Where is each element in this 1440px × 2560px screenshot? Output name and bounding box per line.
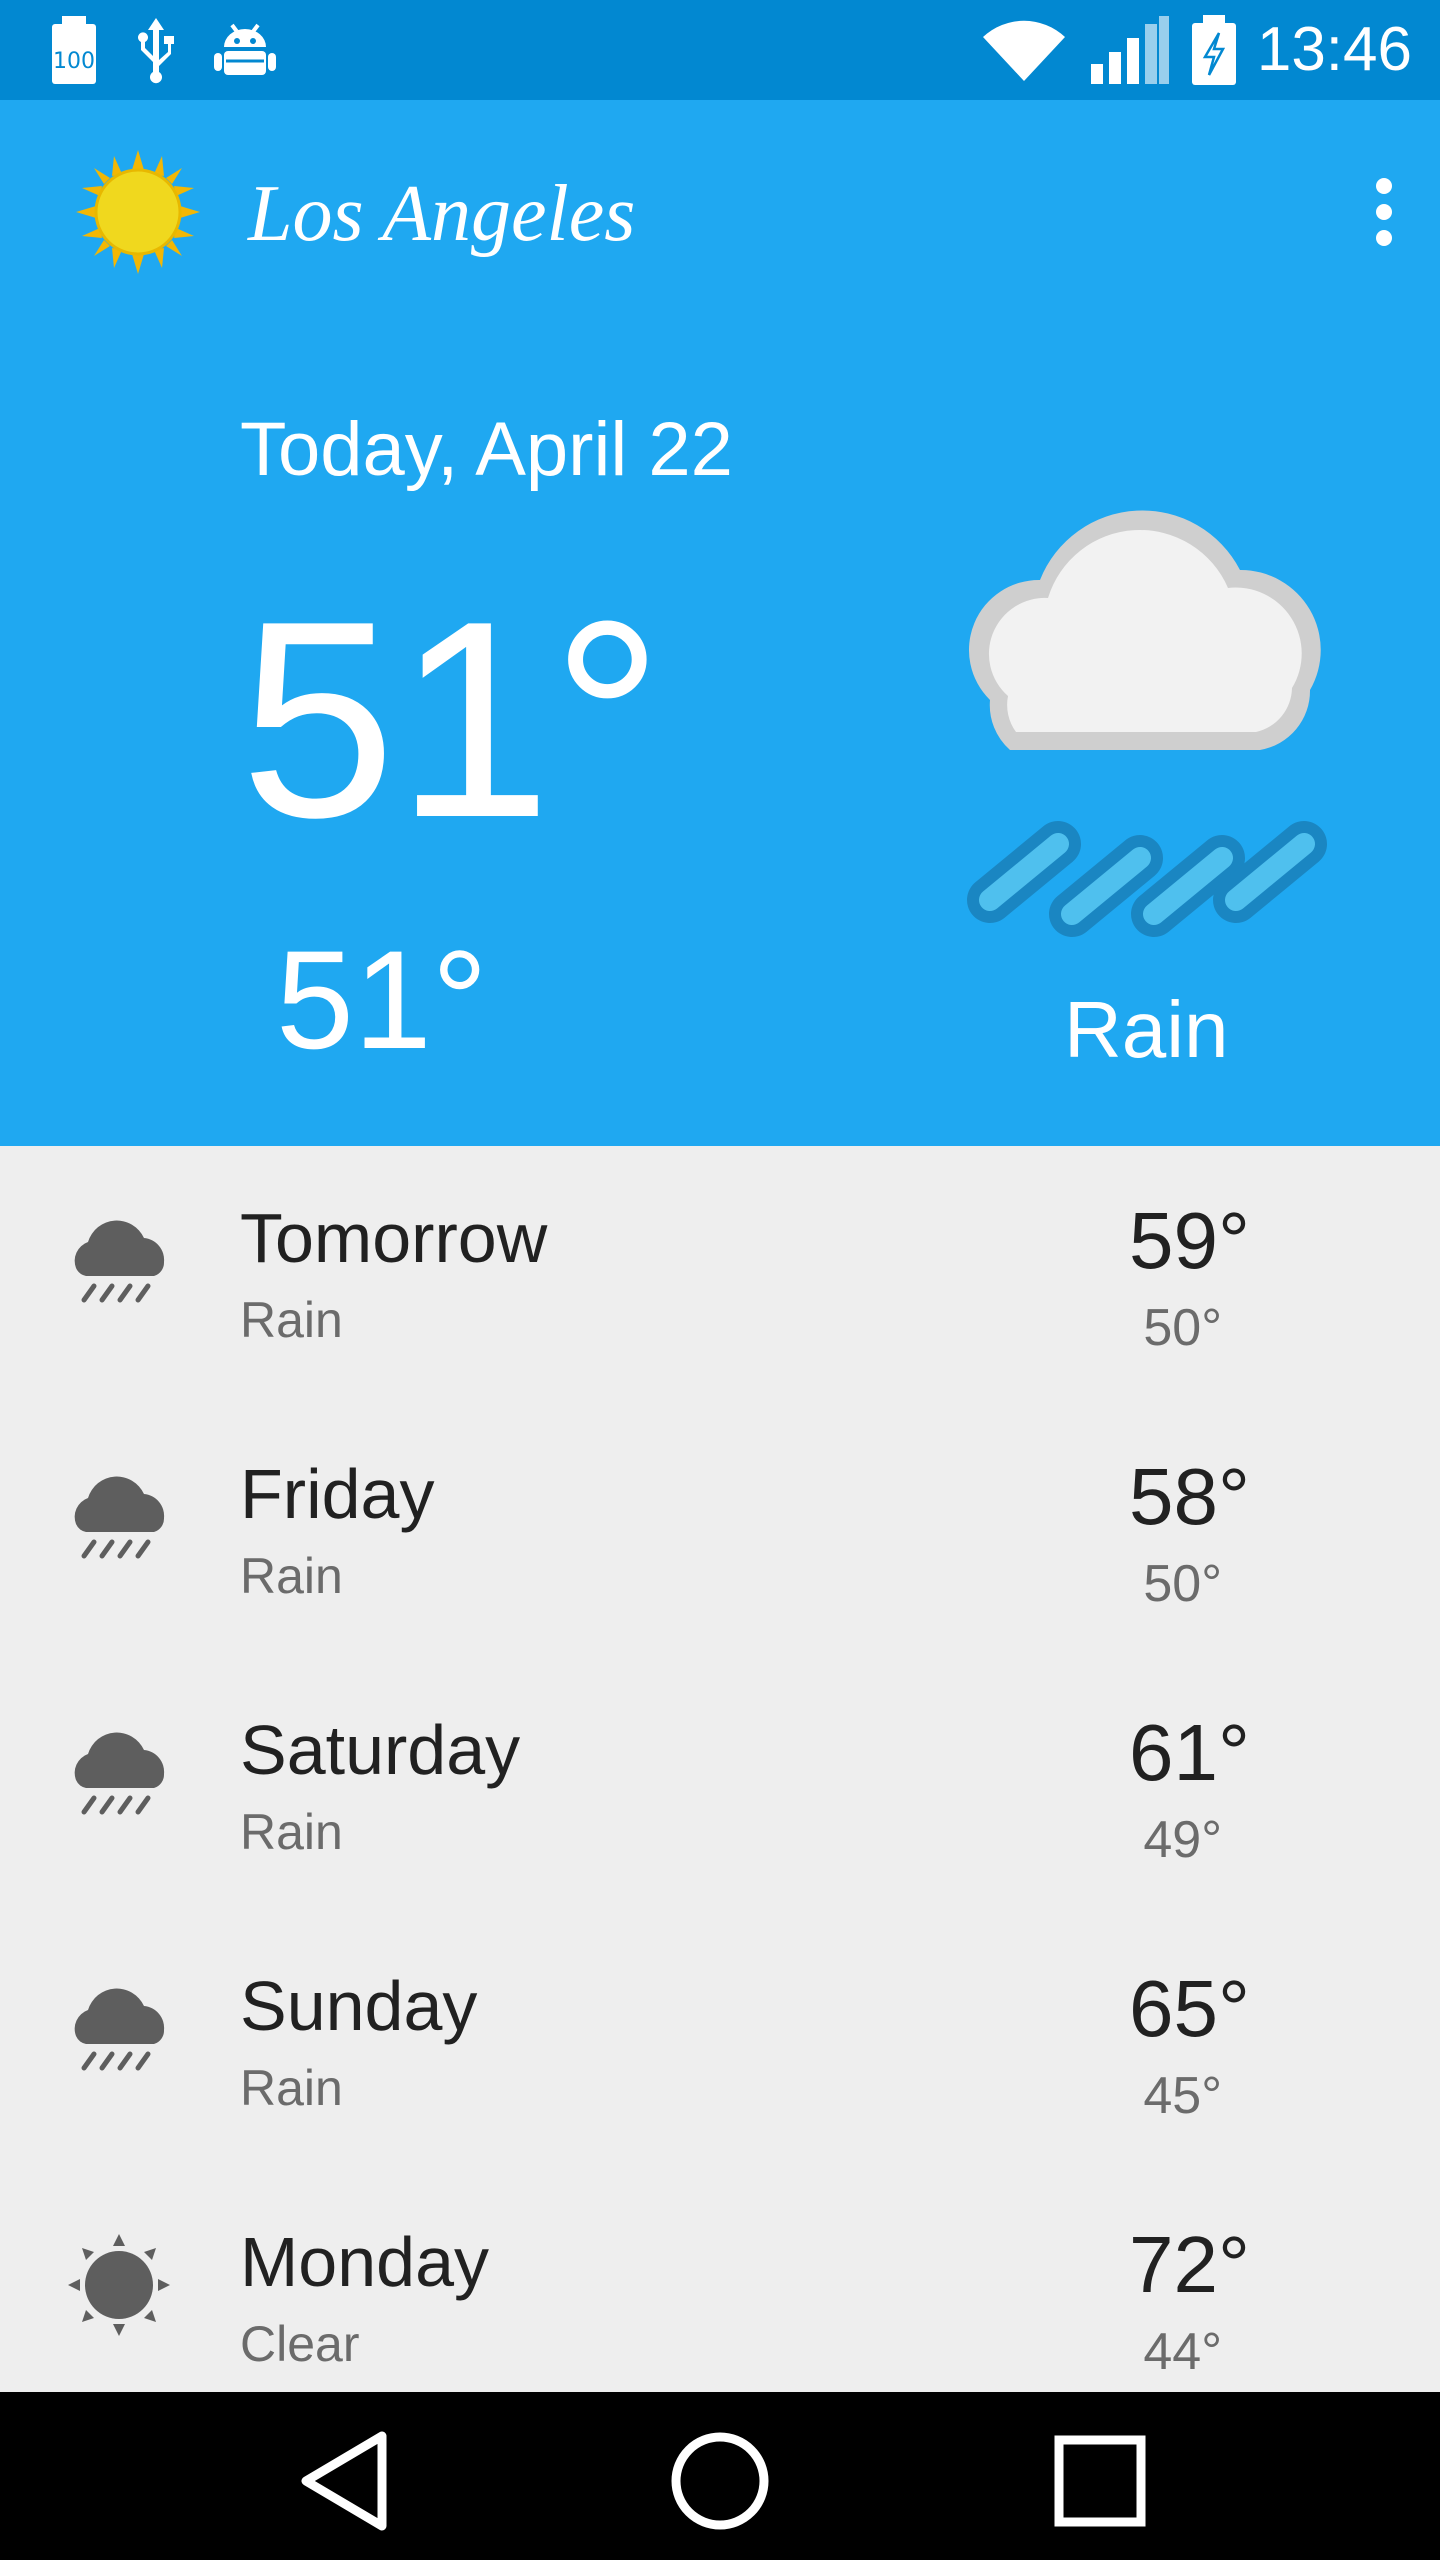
home-button[interactable] <box>665 2426 775 2536</box>
recents-button[interactable] <box>1045 2426 1155 2536</box>
today-panel: Los Angeles Today, April 22 51° 51° Rain <box>0 100 1440 1146</box>
signal-icon <box>1090 16 1169 84</box>
forecast-day: Tomorrow <box>240 1199 548 1277</box>
forecast-low: 50° <box>1143 1299 1222 1357</box>
city-title: Los Angeles <box>248 170 636 258</box>
battery-charging-icon <box>1191 15 1236 85</box>
forecast-description: Rain <box>240 1548 343 1604</box>
today-high-temp: 51° <box>240 564 664 876</box>
forecast-row[interactable]: Friday Rain 58° 50° <box>0 1402 1440 1658</box>
overflow-menu-icon[interactable] <box>1352 162 1416 262</box>
rain-icon <box>74 1988 165 2071</box>
forecast-description: Rain <box>240 1292 343 1348</box>
rain-icon <box>74 1476 165 1559</box>
usb-icon <box>138 18 174 84</box>
today-low-temp: 51° <box>276 921 488 1078</box>
forecast-description: Rain <box>240 1804 343 1860</box>
forecast-list: Tomorrow Rain 59° 50° Friday Rain 58° 50… <box>0 1146 1440 2392</box>
svg-text:100: 100 <box>53 49 95 74</box>
forecast-high: 72° <box>1129 2220 1250 2309</box>
forecast-low: 49° <box>1143 1811 1222 1869</box>
today-date: Today, April 22 <box>240 407 733 492</box>
android-debug-icon <box>214 23 276 75</box>
forecast-low: 45° <box>1143 2067 1222 2125</box>
battery-100-icon: 100 <box>52 16 96 84</box>
forecast-high: 61° <box>1129 1708 1250 1797</box>
forecast-day: Saturday <box>240 1711 521 1789</box>
back-button[interactable] <box>290 2426 400 2536</box>
forecast-high: 59° <box>1129 1196 1250 1285</box>
forecast-description: Clear <box>240 2316 360 2372</box>
status-bar: 100 13:46 <box>0 0 1440 100</box>
forecast-day: Monday <box>240 2223 490 2301</box>
rain-icon <box>74 1732 165 1815</box>
forecast-low: 44° <box>1143 2323 1222 2381</box>
forecast-day: Friday <box>240 1455 435 1533</box>
rain-cloud-icon <box>967 510 1327 937</box>
wifi-icon <box>982 20 1065 81</box>
status-bar-right: 13:46 <box>979 12 1412 88</box>
forecast-description: Rain <box>240 2060 343 2116</box>
clock: 13:46 <box>1256 15 1412 84</box>
clear-sun-icon <box>68 2234 170 2336</box>
forecast-row[interactable]: Monday Clear 72° 44° <box>0 2170 1440 2392</box>
forecast-row[interactable]: Tomorrow Rain 59° 50° <box>0 1146 1440 1402</box>
forecast-row[interactable]: Sunday Rain 65° 45° <box>0 1914 1440 2170</box>
forecast-day: Sunday <box>240 1967 478 2045</box>
sun-logo-icon <box>76 150 200 274</box>
status-bar-left: 100 <box>48 14 278 86</box>
today-description: Rain <box>1064 985 1229 1074</box>
forecast-low: 50° <box>1143 1555 1222 1613</box>
navigation-bar <box>0 2392 1440 2560</box>
forecast-high: 58° <box>1129 1452 1250 1541</box>
rain-icon <box>74 1220 165 1303</box>
forecast-high: 65° <box>1129 1964 1250 2053</box>
forecast-row[interactable]: Saturday Rain 61° 49° <box>0 1658 1440 1914</box>
